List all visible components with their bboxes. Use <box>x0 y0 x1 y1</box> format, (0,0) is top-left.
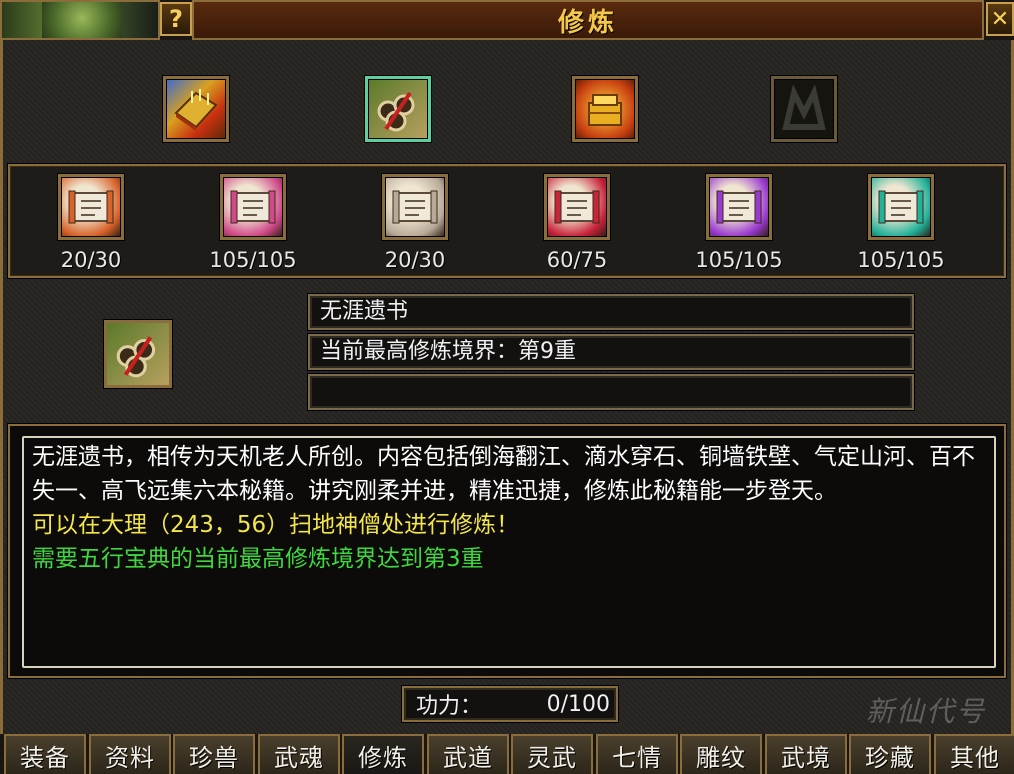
realm-text: 当前最高修炼境界：第9重 <box>320 339 576 364</box>
book-name-field: 无涯遗书 <box>308 294 914 330</box>
golden-book-icon <box>174 89 218 131</box>
white-scroll-icon <box>392 190 438 224</box>
tab-12[interactable]: 其他 <box>934 734 1014 774</box>
close-button[interactable]: ✕ <box>986 2 1014 36</box>
top-item-slot[interactable] <box>572 76 638 142</box>
tab-4[interactable]: 武魂 <box>258 734 340 774</box>
pink-scroll-icon <box>230 190 276 224</box>
tab-5[interactable]: 修炼 <box>342 734 424 774</box>
scroll-slot[interactable] <box>382 174 448 240</box>
watermark-text: 新仙代号 <box>866 695 987 728</box>
page-title: 修炼 <box>557 7 618 38</box>
help-button[interactable]: ? <box>160 2 192 36</box>
watermark: 新仙代号 <box>866 690 1014 730</box>
top-item-row <box>10 40 1004 160</box>
tab-10[interactable]: 武境 <box>765 734 847 774</box>
scroll-count: 20/30 <box>60 248 122 272</box>
tab-8[interactable]: 七情 <box>596 734 678 774</box>
tab-3[interactable]: 珍兽 <box>173 734 255 774</box>
scroll-slot[interactable] <box>220 174 286 240</box>
top-item-slot-empty[interactable] <box>771 76 837 142</box>
scroll-bundle-icon <box>116 336 156 378</box>
detail-item-slot[interactable] <box>104 320 172 388</box>
scroll-count: 20/30 <box>384 248 446 272</box>
description-box: 无涯遗书，相传为天机老人所创。内容包括倒海翻江、滴水穿石、铜墙铁壁、气定山河、百… <box>8 424 1006 678</box>
avatar <box>42 2 122 38</box>
crimson-scroll-icon <box>554 190 600 224</box>
tab-6[interactable]: 武道 <box>427 734 509 774</box>
location-text: 可以在大理（243，56）扫地神僧处进行修炼！ <box>32 512 520 538</box>
tab-9[interactable]: 雕纹 <box>680 734 762 774</box>
scroll-count: 105/105 <box>695 248 783 272</box>
purple-scroll-icon <box>716 190 762 224</box>
red-scroll-icon <box>68 190 114 224</box>
scroll-slot[interactable] <box>868 174 934 240</box>
power-label: 功力： <box>416 694 483 719</box>
top-item-slot-selected[interactable] <box>365 76 431 142</box>
tab-11[interactable]: 珍藏 <box>849 734 931 774</box>
extra-field <box>308 374 914 410</box>
scroll-bundle-icon <box>377 91 415 132</box>
top-item-slot[interactable] <box>163 76 229 142</box>
scroll-count: 60/75 <box>546 248 608 272</box>
teal-scroll-icon <box>878 190 924 224</box>
tab-bar: 装备 资料 珍兽 武魂 修炼 武道 灵武 七情 雕纹 武境 珍藏 其他 <box>0 734 1014 774</box>
scroll-list: 20/30 105/105 20/30 60/75 105/105 105/105 <box>8 164 1006 278</box>
tab-7[interactable]: 灵武 <box>511 734 593 774</box>
power-value: 0/100 <box>546 691 610 717</box>
power-field: 功力： 0/100 <box>402 686 618 722</box>
description-text: 无涯遗书，相传为天机老人所创。内容包括倒海翻江、滴水穿石、铜墙铁壁、气定山河、百… <box>32 444 975 504</box>
scroll-count: 105/105 <box>209 248 297 272</box>
help-label: ? <box>169 5 183 33</box>
requirement-text: 需要五行宝典的当前最高修炼境界达到第3重 <box>32 546 484 572</box>
description-text-area: 无涯遗书，相传为天机老人所创。内容包括倒海翻江、滴水穿石、铜墙铁壁、气定山河、百… <box>32 440 982 576</box>
scroll-count: 105/105 <box>857 248 945 272</box>
scroll-slot[interactable] <box>544 174 610 240</box>
book-name: 无涯遗书 <box>320 299 409 324</box>
empty-slot-icon <box>782 84 826 130</box>
golden-treasure-icon <box>588 94 622 126</box>
tab-2[interactable]: 资料 <box>89 734 171 774</box>
scroll-slot[interactable] <box>58 174 124 240</box>
title-bar[interactable]: 修炼 <box>192 0 984 40</box>
tab-1[interactable]: 装备 <box>4 734 86 774</box>
scroll-slot[interactable] <box>706 174 772 240</box>
close-icon: ✕ <box>990 6 1010 32</box>
realm-field: 当前最高修炼境界：第9重 <box>308 334 914 370</box>
portrait-frame <box>0 0 160 40</box>
